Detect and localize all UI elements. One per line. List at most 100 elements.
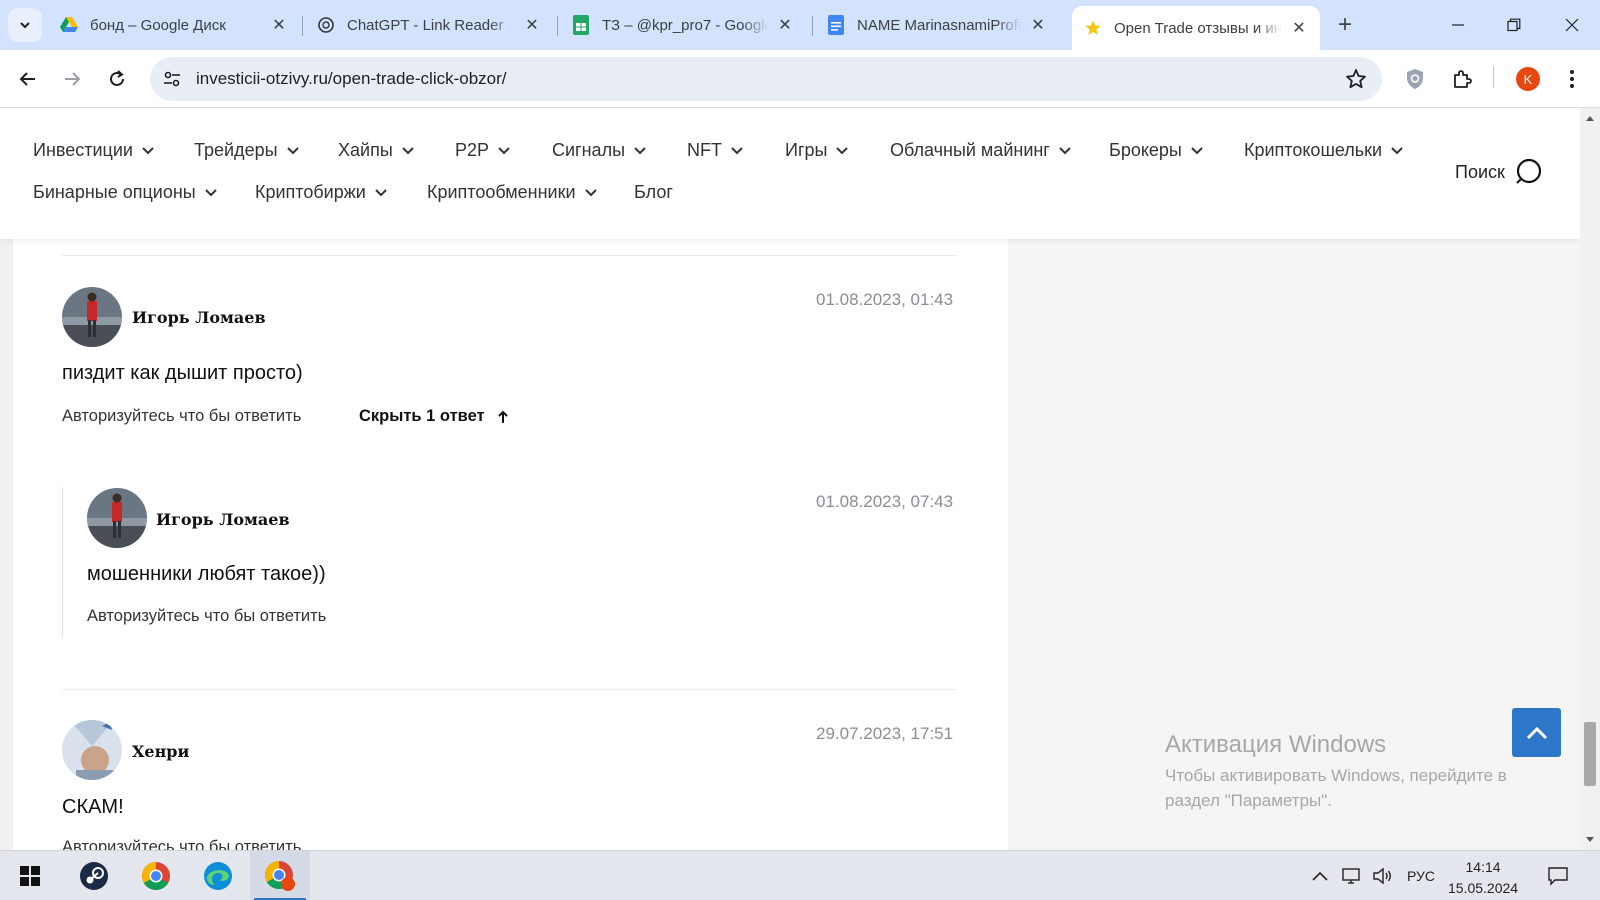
tab-strip: бонд – Google Диск ✕ ChatGPT - Link Read… <box>0 0 1600 50</box>
close-icon[interactable]: ✕ <box>1029 16 1047 34</box>
comment-author[interactable]: Хенри <box>132 742 189 761</box>
menu-label: Инвестиции <box>33 140 133 160</box>
url-text: investicii-otzivy.ru/open-trade-click-ob… <box>196 69 507 88</box>
new-tab-plus-icon[interactable]: + <box>1330 10 1360 40</box>
reply-login-link[interactable]: Авторизуйтесь что бы ответить <box>62 407 301 426</box>
clock-time: 14:14 <box>1465 859 1501 875</box>
google-drive-icon <box>60 16 78 34</box>
menu-item-signals[interactable]: Сигналы <box>552 140 646 161</box>
tab-open-trade[interactable]: Open Trade отзывы и информация ✕ <box>1072 6 1320 50</box>
menu-label: Криптобиржи <box>255 182 366 202</box>
menu-label: Сигналы <box>552 140 626 160</box>
address-bar[interactable]: investicii-otzivy.ru/open-trade-click-ob… <box>150 57 1382 101</box>
scroll-up-arrow-icon[interactable] <box>1585 114 1595 122</box>
windows-start-button[interactable] <box>0 851 60 900</box>
comment-date: 01.08.2023, 01:43 <box>816 290 954 309</box>
taskbar-edge[interactable] <box>188 851 248 900</box>
chevron-down-icon <box>375 188 387 196</box>
network-icon[interactable] <box>1342 851 1364 900</box>
menu-item-blog[interactable]: Блог <box>634 182 673 203</box>
menu-item-binary-options[interactable]: Бинарные опционы <box>33 182 217 203</box>
tab-google-drive[interactable]: бонд – Google Диск ✕ <box>48 8 300 42</box>
page-viewport: Инвестиции Трейдеры Хайпы P2P Сигналы NF… <box>0 108 1580 850</box>
profile-avatar-button[interactable]: K <box>1513 64 1543 94</box>
tab-title: ТЗ – @kpr_pro7 - Google Таблицы <box>602 16 768 34</box>
show-hidden-icons[interactable] <box>1312 851 1328 900</box>
watermark-title: Активация Windows <box>1165 731 1387 758</box>
menu-item-crypto-exchanges[interactable]: Криптобиржи <box>255 182 387 203</box>
site-info-icon[interactable] <box>162 69 182 89</box>
taskbar-chrome-profile[interactable] <box>250 851 310 900</box>
hide-replies-label: Скрыть 1 ответ <box>359 407 485 425</box>
tab-title: Open Trade отзывы и информация <box>1114 19 1282 37</box>
close-icon[interactable]: ✕ <box>270 16 288 34</box>
tab-divider <box>557 16 558 36</box>
tab-google-sheets[interactable]: ТЗ – @kpr_pro7 - Google Таблицы ✕ <box>560 8 806 42</box>
close-window-icon[interactable] <box>1544 0 1600 50</box>
toolbar-divider <box>1493 66 1494 88</box>
menu-item-investments[interactable]: Инвестиции <box>33 140 154 161</box>
menu-label: Облачный майнинг <box>890 140 1050 160</box>
chevron-down-icon <box>286 146 299 154</box>
profile-avatar: K <box>1516 67 1540 91</box>
chatgpt-icon <box>317 16 335 34</box>
menu-item-games[interactable]: Игры <box>785 140 849 161</box>
menu-item-cloud-mining[interactable]: Облачный майнинг <box>890 140 1071 161</box>
hide-replies-button[interactable]: Скрыть 1 ответ <box>359 407 509 426</box>
chrome-profile-icon <box>265 861 295 891</box>
chevron-down-icon <box>205 188 217 196</box>
tab-google-docs[interactable]: NAME MarinasnamiProfit ✕ <box>815 8 1059 42</box>
comment-author[interactable]: Игорь Ломаев <box>132 308 266 327</box>
menu-item-crypto-exchangers[interactable]: Криптообменники <box>427 182 597 203</box>
reply-login-link[interactable]: Авторизуйтесь что бы ответить <box>62 838 301 850</box>
back-arrow-icon[interactable] <box>11 62 45 96</box>
menu-item-crypto-wallets[interactable]: Криптокошельки <box>1244 140 1403 161</box>
menu-item-traders[interactable]: Трейдеры <box>194 140 299 161</box>
forward-arrow-icon[interactable] <box>55 62 89 96</box>
notifications-icon[interactable] <box>1547 851 1569 900</box>
taskbar-chrome[interactable] <box>126 851 186 900</box>
clock-date: 15.05.2024 <box>1448 880 1519 896</box>
close-icon[interactable]: ✕ <box>776 16 794 34</box>
menu-item-p2p[interactable]: P2P <box>455 140 510 161</box>
reply-login-link[interactable]: Авторизуйтесь что бы ответить <box>87 607 326 626</box>
close-icon[interactable]: ✕ <box>523 16 541 34</box>
scrollbar-thumb[interactable] <box>1584 722 1596 786</box>
search-button[interactable]: Поиск <box>1455 158 1543 186</box>
minimize-icon[interactable] <box>1430 0 1486 50</box>
reply-thread-line <box>62 487 63 637</box>
input-language[interactable]: РУС <box>1407 851 1435 900</box>
volume-icon[interactable] <box>1372 851 1394 900</box>
steam-icon <box>80 862 108 890</box>
tab-divider <box>302 16 303 36</box>
restore-icon[interactable] <box>1486 0 1542 50</box>
menu-item-nft[interactable]: NFT <box>687 140 743 161</box>
menu-label: Брокеры <box>1109 140 1182 160</box>
chrome-icon <box>142 862 170 890</box>
close-icon[interactable]: ✕ <box>1290 19 1308 37</box>
menu-item-hyips[interactable]: Хайпы <box>338 140 414 161</box>
menu-label: NFT <box>687 140 722 160</box>
extensions-puzzle-icon[interactable] <box>1447 64 1477 94</box>
watermark-text-line1: Чтобы активировать Windows, перейдите в <box>1165 766 1507 785</box>
scroll-to-top-button[interactable] <box>1512 708 1561 757</box>
tab-chatgpt[interactable]: ChatGPT - Link Reader ✕ <box>305 8 553 42</box>
search-label: Поиск <box>1455 161 1505 182</box>
chevron-down-icon <box>836 146 849 154</box>
chevron-down-icon <box>584 188 597 196</box>
arrow-up-icon <box>497 410 508 423</box>
taskbar-clock[interactable]: 14:14 15.05.2024 <box>1448 857 1518 899</box>
scroll-down-arrow-icon[interactable] <box>1585 836 1595 844</box>
chevron-down-icon <box>1391 146 1403 154</box>
tab-search-button[interactable] <box>8 8 42 42</box>
comment-author[interactable]: Игорь Ломаев <box>156 510 290 529</box>
windows-taskbar: РУС 14:14 15.05.2024 <box>0 850 1600 900</box>
kebab-menu-icon[interactable] <box>1557 64 1587 94</box>
avatar <box>87 488 147 548</box>
reload-icon[interactable] <box>100 62 134 96</box>
menu-item-brokers[interactable]: Брокеры <box>1109 140 1203 161</box>
shield-extension-icon[interactable] <box>1400 64 1430 94</box>
bookmark-star-icon[interactable] <box>1344 67 1368 91</box>
menu-label: Хайпы <box>338 140 393 160</box>
taskbar-steam[interactable] <box>64 851 124 900</box>
